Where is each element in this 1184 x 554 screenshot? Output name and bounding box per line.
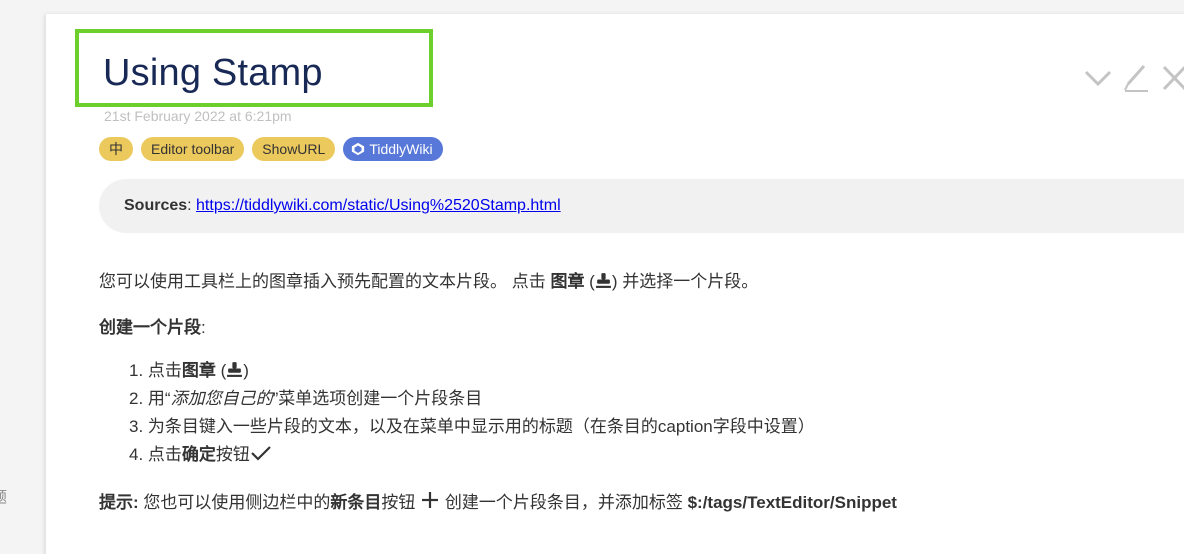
- sidebar-edge-text: 题: [0, 486, 7, 507]
- intro-close-text: ) 并选择一个片段。: [611, 272, 759, 291]
- tip-text-button: 按钮: [381, 493, 421, 512]
- close-icon: [1162, 65, 1184, 91]
- step-text-after: ”菜单选项创建一个片段条目: [272, 389, 483, 408]
- step-number: 1.: [129, 361, 148, 380]
- intro-paragraph: 您可以使用工具栏上的图章插入预先配置的文本片段。 点击 图章 ( ) 并选择一个片…: [99, 267, 758, 292]
- stamp-icon: [595, 273, 611, 288]
- tiddlywiki-icon: [352, 142, 365, 156]
- tag-editor-toolbar[interactable]: Editor toolbar: [141, 137, 245, 161]
- intro-text: 您可以使用工具栏上的图章插入预先配置的文本片段。 点击: [99, 272, 551, 291]
- tag-tiddlywiki-label: TiddlyWiki: [369, 141, 433, 157]
- tip-bold: 新条目: [330, 493, 382, 512]
- sources-link[interactable]: https://tiddlywiki.com/static/Using%2520…: [196, 197, 561, 214]
- step-text: 用“: [147, 389, 171, 408]
- stamp-icon: [227, 362, 243, 377]
- pencil-icon: [1124, 65, 1148, 92]
- step-number: 3.: [129, 417, 148, 436]
- step-bold: 图章: [181, 361, 216, 380]
- sources-separator: :: [187, 197, 197, 214]
- list-item: 2. 用“添加您自己的”菜单选项创建一个片段条目: [129, 388, 815, 416]
- plus-icon: [422, 492, 439, 508]
- tiddler-modified-date: 21st February 2022 at 6:21pm: [104, 108, 292, 124]
- edit-button[interactable]: [1120, 62, 1152, 94]
- step-text-after: 按钮: [215, 445, 250, 464]
- tip-tag-bold: $:/tags/TextEditor/Snippet: [687, 493, 897, 512]
- tip-text-after: 创建一个片段条目，并添加标签: [440, 493, 688, 512]
- tip-text: 您也可以使用侧边栏中的: [138, 493, 331, 512]
- step-close-paren: ): [243, 361, 249, 380]
- step-open-paren: (: [215, 361, 227, 380]
- step-number: 4.: [129, 445, 148, 464]
- tip-label: 提示:: [99, 493, 139, 512]
- checkmark-icon: [251, 446, 271, 461]
- list-item: 3. 为条目键入一些片段的文本，以及在菜单中显示用的标题（在条目的caption…: [129, 416, 815, 444]
- step-bold: 确定: [181, 445, 216, 464]
- tag-tiddlywiki[interactable]: TiddlyWiki: [343, 137, 443, 161]
- sources-box: Sources: https://tiddlywiki.com/static/U…: [99, 179, 1184, 233]
- tag-zh[interactable]: 中: [99, 137, 133, 161]
- tag-showurl[interactable]: ShowURL: [252, 137, 336, 161]
- step-text: 点击: [147, 361, 182, 380]
- list-item: 1. 点击图章 (): [129, 360, 815, 388]
- list-item: 4. 点击确定按钮: [129, 444, 815, 472]
- tip-paragraph: 提示: 您也可以使用侧边栏中的新条目按钮 创建一个片段条目，并添加标签 $:/t…: [99, 488, 897, 513]
- intro-stamp-bold: 图章: [550, 272, 585, 291]
- sources-label: Sources: [124, 197, 188, 214]
- intro-open-paren: (: [584, 272, 595, 291]
- create-heading-colon: :: [201, 318, 206, 337]
- step-number: 2.: [129, 389, 148, 408]
- steps-list: 1. 点击图章 () 2. 用“添加您自己的”菜单选项创建一个片段条目 3. 为…: [129, 360, 815, 472]
- tiddler-title: Using Stamp: [103, 52, 323, 94]
- tag-list: 中 Editor toolbar ShowURL TiddlyWiki: [99, 137, 443, 161]
- step-text: 为条目键入一些片段的文本，以及在菜单中显示用的标题（在条目的caption字段中…: [147, 417, 815, 436]
- step-italic: 添加您自己的: [170, 389, 273, 408]
- chevron-down-icon: [1084, 70, 1112, 87]
- close-button[interactable]: [1158, 62, 1184, 94]
- step-text: 点击: [147, 445, 182, 464]
- create-heading: 创建一个片段:: [99, 313, 206, 338]
- fold-button[interactable]: [1082, 62, 1114, 94]
- create-heading-bold: 创建一个片段: [99, 318, 201, 337]
